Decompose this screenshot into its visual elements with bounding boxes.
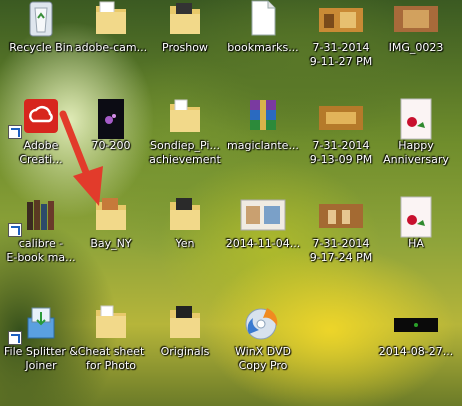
- folder-photo-icon: [170, 198, 200, 230]
- desktop-icon-label: 2014-08-27...: [378, 345, 454, 358]
- photo-thumbnail-icon: [240, 199, 286, 231]
- desktop-icon-label: 7-31-2014 9-13-09 PM: [309, 139, 373, 166]
- folder-photo-icon: [170, 306, 200, 338]
- desktop-icon-label: Bay_NY: [90, 237, 132, 250]
- folder-photo-icon: [170, 3, 200, 34]
- shortcut-arrow-icon: [8, 125, 22, 139]
- photo-thumbnail-icon: [319, 106, 363, 130]
- desktop-icon-sondiep[interactable]: Sondiep_Pi... achievement: [144, 98, 226, 200]
- desktop-icon-label: Originals: [160, 345, 210, 358]
- desktop-icon-label: 2014-11-04...: [225, 237, 301, 250]
- winrar-archive-icon: [250, 100, 276, 130]
- desktop-icon-label: adobe-cam...: [74, 41, 148, 54]
- desktop-icon-label: Happy Anniversary: [383, 139, 449, 166]
- desktop-icon-label: Yen: [175, 237, 195, 250]
- desktop-icon-bookmarks[interactable]: bookmarks...: [222, 0, 304, 102]
- desktop-icon-label: 7-31-2014 9-11-27 PM: [309, 41, 373, 68]
- desktop-icon-label: HA: [408, 237, 424, 250]
- desktop-icon-img-0023[interactable]: IMG_0023: [375, 0, 457, 102]
- adobe-creative-cloud-icon: [24, 99, 58, 133]
- folder-icon: [96, 305, 126, 338]
- document-icon: [251, 0, 276, 36]
- shortcut-arrow-icon: [8, 223, 22, 237]
- folder-icon: [96, 1, 126, 34]
- photo-thumbnail-icon: [394, 318, 438, 332]
- desktop-icon-label: magiclante...: [227, 139, 299, 152]
- desktop-icon-label: IMG_0023: [388, 41, 444, 54]
- desktop-icon-photo-0917[interactable]: 7-31-2014 9-17-24 PM: [300, 196, 382, 298]
- desktop-icon-winx-dvd[interactable]: WinX DVD Copy Pro: [222, 304, 304, 406]
- red-pointer-arrow: [59, 110, 103, 206]
- shortcut-arrow-icon: [8, 331, 22, 345]
- desktop-icon-originals[interactable]: Originals: [144, 304, 226, 406]
- photo-thumbnail-icon: [319, 204, 363, 228]
- desktop-icon-magiclantern[interactable]: magiclante...: [222, 98, 304, 200]
- greeting-card-icon: [400, 98, 432, 140]
- desktop-icon-photo-0911[interactable]: 7-31-2014 9-11-27 PM: [300, 0, 382, 102]
- calibre-books-icon: [27, 200, 54, 230]
- desktop-icon-bay-ny[interactable]: Bay_NY: [70, 196, 152, 298]
- desktop-icon-ha[interactable]: HA: [375, 196, 457, 298]
- desktop-icon-label: WinX DVD Copy Pro: [235, 345, 291, 372]
- desktop-icon-yen[interactable]: Yen: [144, 196, 226, 298]
- desktop-icon-label: Proshow: [162, 41, 208, 54]
- desktop-icon-label: 7-31-2014 9-17-24 PM: [309, 237, 373, 264]
- desktop-icon-photo-0913[interactable]: 7-31-2014 9-13-09 PM: [300, 98, 382, 200]
- desktop-icon-label: Sondiep_Pi... achievement: [149, 139, 221, 166]
- desktop-icon-happy-anniversary[interactable]: Happy Anniversary: [375, 98, 457, 200]
- desktop-icon-proshow[interactable]: Proshow: [144, 0, 226, 102]
- file-splitter-icon: [27, 307, 55, 339]
- desktop-icon-adobe-cam[interactable]: adobe-cam...: [70, 0, 152, 102]
- recycle-bin-icon: [29, 1, 53, 37]
- photo-thumbnail-icon: [319, 8, 363, 32]
- desktop-icon-cheat-sheet[interactable]: Cheat sheet for Photo: [70, 304, 152, 406]
- greeting-card-icon: [400, 196, 432, 238]
- desktop-icon-label: bookmarks...: [227, 41, 299, 54]
- desktop-icon-photo-2014-11-04[interactable]: 2014-11-04...: [222, 196, 304, 298]
- winx-dvd-icon: [245, 308, 278, 340]
- photo-thumbnail-icon: [394, 6, 438, 32]
- folder-icon: [170, 99, 200, 132]
- desktop-icon-photo-2014-08-27[interactable]: 2014-08-27...: [375, 304, 457, 406]
- desktop-icon-label: Cheat sheet for Photo: [77, 345, 145, 372]
